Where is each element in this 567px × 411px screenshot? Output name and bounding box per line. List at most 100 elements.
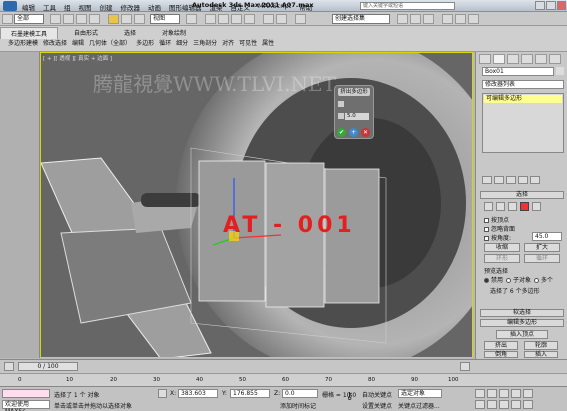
- ok-icon[interactable]: ✔: [337, 128, 346, 137]
- inset-button[interactable]: 插入: [524, 351, 558, 358]
- preview-multi-radio[interactable]: [534, 278, 540, 283]
- move-icon[interactable]: [108, 14, 119, 24]
- menu-create[interactable]: 创建: [100, 2, 113, 12]
- stack-item-editable-poly[interactable]: 可编辑多边形: [484, 95, 562, 103]
- undo-icon[interactable]: [2, 14, 13, 24]
- edge-level-icon[interactable]: [496, 202, 505, 211]
- ribbon-triangulation[interactable]: 三角剖分: [193, 38, 217, 47]
- extrude-button[interactable]: 挤出: [484, 341, 518, 350]
- snap-icon[interactable]: [205, 14, 216, 24]
- by-vertex-checkbox[interactable]: [484, 218, 489, 223]
- selection-filter-select[interactable]: 全部: [14, 14, 44, 24]
- maxscript-listener[interactable]: [2, 389, 50, 398]
- render-frame-icon[interactable]: [455, 14, 466, 24]
- ribbon-poly-modeling[interactable]: 多边形建模: [8, 38, 38, 47]
- close-button[interactable]: [557, 1, 566, 10]
- menu-modifiers[interactable]: 修改器: [121, 2, 141, 12]
- display-tab-icon[interactable]: [535, 54, 547, 64]
- ribbon-geometry-all[interactable]: 几何体（全部）: [89, 38, 131, 47]
- angle-snap-icon[interactable]: [218, 14, 229, 24]
- modify-tab-icon[interactable]: [493, 54, 505, 64]
- menu-tools[interactable]: 工具: [43, 2, 56, 12]
- x-coordinate[interactable]: 383.603: [178, 389, 218, 398]
- polygon-level-icon[interactable]: [520, 202, 529, 211]
- minimize-button[interactable]: [535, 1, 545, 10]
- spinner-snap-icon[interactable]: [244, 14, 255, 24]
- element-level-icon[interactable]: [532, 202, 541, 211]
- bevel-button[interactable]: 倒角: [484, 351, 518, 358]
- maximize-viewport-icon[interactable]: [523, 400, 533, 409]
- preview-off-radio[interactable]: [484, 278, 489, 283]
- schematic-icon[interactable]: [410, 14, 421, 24]
- extrude-height-input[interactable]: 5.0: [345, 113, 369, 120]
- object-color-swatch[interactable]: [556, 67, 564, 75]
- mirror-icon[interactable]: [263, 14, 274, 24]
- prev-key-icon[interactable]: [487, 389, 497, 398]
- pin-stack-icon[interactable]: [482, 176, 492, 184]
- material-editor-icon[interactable]: [423, 14, 434, 24]
- go-end-icon[interactable]: [523, 389, 533, 398]
- by-angle-checkbox[interactable]: [484, 236, 489, 241]
- key-icon[interactable]: ⚷: [346, 391, 360, 407]
- auto-key-button[interactable]: 自动关键点: [362, 390, 392, 399]
- go-start-icon[interactable]: [475, 389, 485, 398]
- configure-sets-icon[interactable]: [530, 176, 540, 184]
- remove-modifier-icon[interactable]: [518, 176, 528, 184]
- key-mode-select[interactable]: 选定对象: [398, 389, 442, 398]
- quick-render-icon[interactable]: [468, 14, 479, 24]
- named-selection-set[interactable]: 创建选择集: [332, 14, 390, 24]
- curve-editor-icon[interactable]: [397, 14, 408, 24]
- object-name-field[interactable]: Box01: [482, 67, 554, 76]
- zoom-icon[interactable]: [475, 400, 485, 409]
- cancel-icon[interactable]: ✕: [361, 128, 370, 137]
- track-bar[interactable]: 0 10 20 30 40 50 60 70 80 90 100: [0, 373, 567, 386]
- play-icon[interactable]: [499, 389, 509, 398]
- make-unique-icon[interactable]: [506, 176, 516, 184]
- pan-icon[interactable]: [499, 400, 509, 409]
- perspective-viewport[interactable]: [ + ][ 透视 ][ 真实 + 边面 ] 腾龍視覺WWW.TLVI.NET …: [40, 52, 473, 358]
- ribbon-modify-selection[interactable]: 修改选择: [43, 38, 67, 47]
- ribbon-subdivision[interactable]: 细分: [176, 38, 188, 47]
- scale-icon[interactable]: [134, 14, 145, 24]
- loop-button[interactable]: 循环: [524, 254, 560, 263]
- percent-snap-icon[interactable]: [231, 14, 242, 24]
- ribbon-visibility[interactable]: 可见性: [239, 38, 257, 47]
- ribbon-polygons[interactable]: 多边形: [136, 38, 154, 47]
- shrink-button[interactable]: 收缩: [484, 243, 520, 252]
- next-key-icon[interactable]: [511, 389, 521, 398]
- viewport-label[interactable]: [ + ][ 透视 ][ 真实 + 边面 ]: [43, 54, 112, 62]
- outline-button[interactable]: 轮廓: [524, 341, 558, 350]
- preview-subobj-radio[interactable]: [506, 278, 512, 283]
- show-end-result-icon[interactable]: [494, 176, 504, 184]
- maximize-button[interactable]: [546, 1, 556, 10]
- select-object-icon[interactable]: [50, 14, 61, 24]
- selection-rollout-header[interactable]: 选择: [480, 191, 564, 199]
- rect-selection-icon[interactable]: [76, 14, 87, 24]
- menu-edit[interactable]: 编辑: [22, 2, 35, 12]
- menu-group[interactable]: 组: [64, 2, 71, 12]
- vertex-level-icon[interactable]: [484, 202, 493, 211]
- layer-icon[interactable]: [295, 14, 306, 24]
- y-coordinate[interactable]: 176.855: [230, 389, 270, 398]
- reference-coord-select[interactable]: 视图: [150, 14, 180, 24]
- prev-frame-icon[interactable]: [4, 362, 14, 371]
- pivot-icon[interactable]: [186, 14, 197, 24]
- zoom-all-icon[interactable]: [487, 400, 497, 409]
- lock-selection-icon[interactable]: [158, 389, 167, 398]
- utilities-tab-icon[interactable]: [549, 54, 561, 64]
- render-setup-icon[interactable]: [442, 14, 453, 24]
- menu-animation[interactable]: 动画: [148, 2, 161, 12]
- align-icon[interactable]: [276, 14, 287, 24]
- ribbon-properties[interactable]: 属性: [262, 38, 274, 47]
- apply-icon[interactable]: +: [349, 128, 358, 137]
- insert-vertex-button[interactable]: 插入顶点: [496, 330, 548, 339]
- z-coordinate[interactable]: 0.0: [282, 389, 318, 398]
- select-by-name-icon[interactable]: [63, 14, 74, 24]
- window-crossing-icon[interactable]: [89, 14, 100, 24]
- create-tab-icon[interactable]: [479, 54, 491, 64]
- welcome-text[interactable]: 欢迎使用 MAXSc: [2, 400, 50, 411]
- edit-polygons-rollout[interactable]: 编辑多边形: [480, 319, 564, 327]
- add-time-tag[interactable]: 添加时间标记: [280, 401, 316, 410]
- ribbon-align[interactable]: 对齐: [222, 38, 234, 47]
- next-frame-icon[interactable]: [460, 362, 470, 371]
